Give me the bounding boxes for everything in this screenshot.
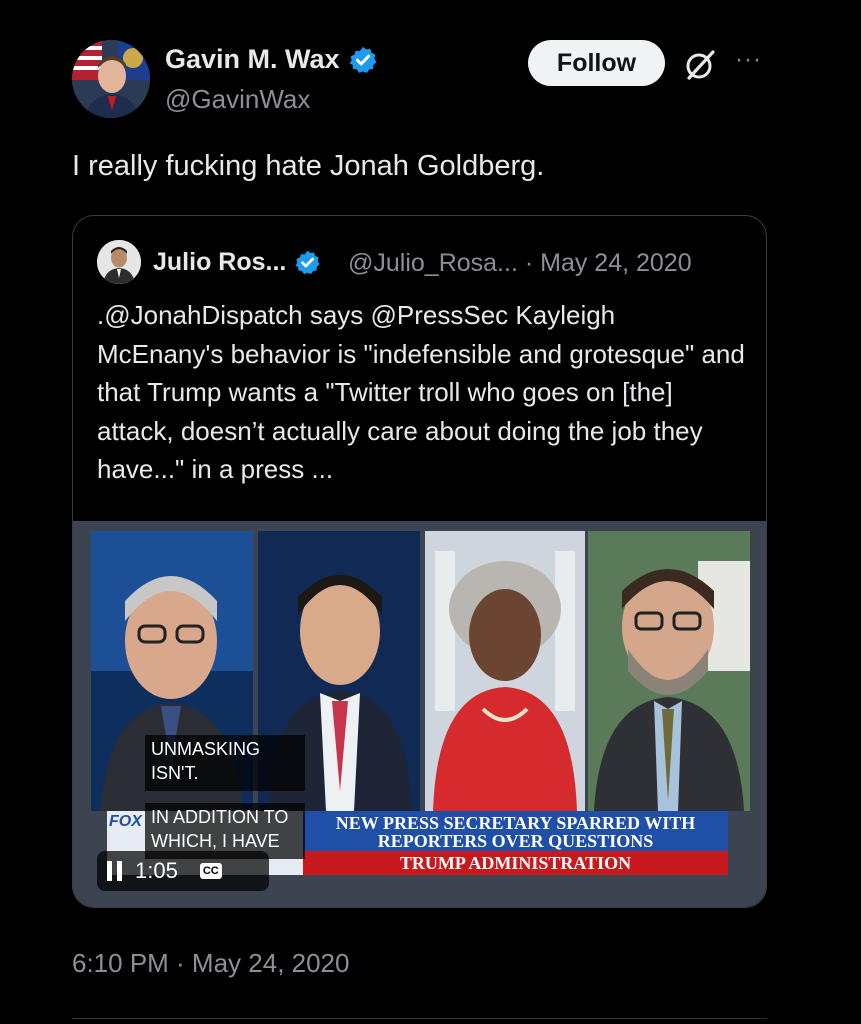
tweet-text: I really fucking hate Jonah Goldberg. xyxy=(72,150,545,182)
quoted-avatar-photo xyxy=(97,240,141,284)
caption-2-line-1: IN ADDITION TO xyxy=(151,807,289,827)
author-avatar[interactable] xyxy=(72,40,150,118)
author-handle[interactable]: @GavinWax xyxy=(165,84,310,115)
author-name[interactable]: Gavin M. Wax xyxy=(165,44,378,75)
grok-icon[interactable] xyxy=(683,48,717,82)
caption-1-line-1: UNMASKING xyxy=(151,739,261,759)
closed-captions-icon[interactable]: CC xyxy=(199,863,222,879)
video-panel-3 xyxy=(425,531,585,811)
caption-1-line-2: ISN'T. xyxy=(151,763,199,783)
quoted-author-name-text: Julio Ros... xyxy=(153,248,287,276)
tweet: Gavin M. Wax @GavinWax Follow ··· I real… xyxy=(0,0,861,1024)
chyron-line-1: NEW PRESS SECRETARY SPARRED WITH xyxy=(335,813,696,833)
video-player[interactable]: FOX NEW PRESS SECRETARY SPARRED WITH REP… xyxy=(73,521,766,907)
video-time: 1:05 xyxy=(135,858,178,883)
quoted-tweet-text: .@JonahDispatch says @PressSec Kayleigh … xyxy=(97,300,745,484)
caption-2-line-2: WHICH, I HAVE xyxy=(151,831,280,851)
divider xyxy=(72,1018,767,1019)
more-icon[interactable]: ··· xyxy=(735,48,769,78)
follow-button[interactable]: Follow xyxy=(528,40,665,86)
video-panel-4 xyxy=(588,531,750,811)
fox-logo: FOX xyxy=(109,813,142,830)
chyron-headline: NEW PRESS SECRETARY SPARRED WITH REPORTE… xyxy=(303,811,728,851)
pause-icon[interactable] xyxy=(107,861,123,881)
quoted-handle-date: @Julio_Rosa... · May 24, 2020 xyxy=(348,249,692,277)
quoted-author-name[interactable]: Julio Ros... xyxy=(153,248,321,277)
author-name-text: Gavin M. Wax xyxy=(165,44,340,74)
avatar-photo xyxy=(72,40,150,118)
quoted-verified-badge-icon xyxy=(295,250,320,275)
caption-1: UNMASKING ISN'T. xyxy=(145,735,305,791)
video-controls: 1:05 CC xyxy=(97,851,269,891)
chyron-line-2: REPORTERS OVER QUESTIONS xyxy=(377,831,654,851)
chyron-topic: TRUMP ADMINISTRATION xyxy=(303,851,728,875)
verified-badge-icon xyxy=(349,46,376,73)
quoted-tweet[interactable]: Julio Ros... @Julio_Rosa... · May 24, 20… xyxy=(72,215,767,908)
quoted-author-avatar[interactable] xyxy=(97,240,141,284)
tweet-timestamp[interactable]: 6:10 PM · May 24, 2020 xyxy=(72,948,349,979)
